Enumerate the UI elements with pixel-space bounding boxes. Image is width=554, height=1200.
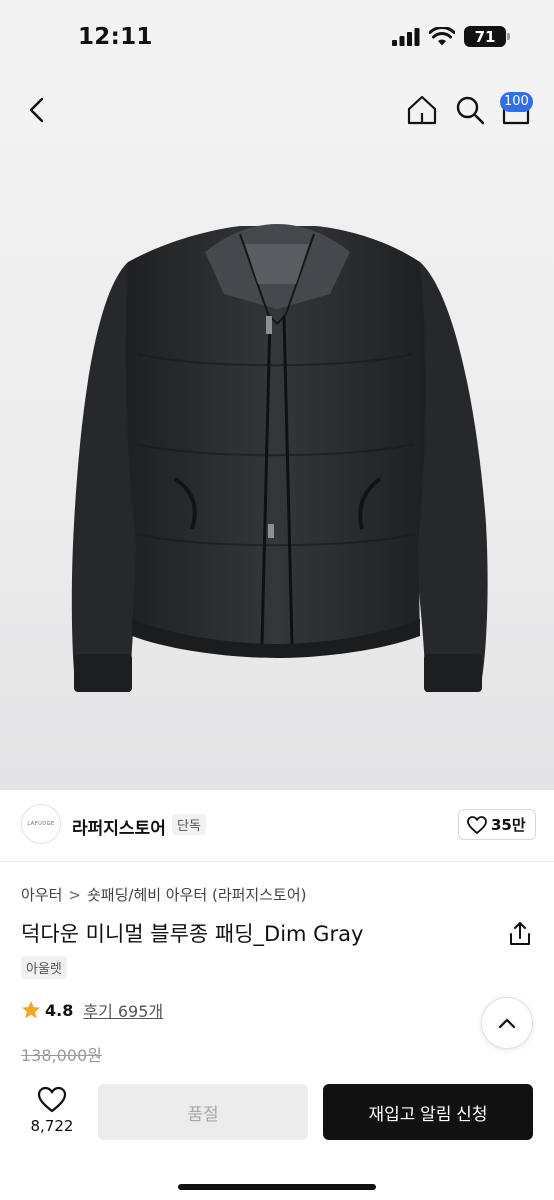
brand-row: LAFUDGE 라퍼지스토어 단독 35만 xyxy=(0,790,554,862)
breadcrumb: 아우터 > 숏패딩/헤비 아우터 (라퍼지스토어) xyxy=(21,884,306,905)
brand-like-button[interactable]: 35만 xyxy=(458,809,536,840)
cart-badge: 100 xyxy=(500,92,533,112)
brand-logo[interactable]: LAFUDGE xyxy=(21,804,61,844)
product-title: 덕다운 미니멀 블루종 패딩_Dim Gray xyxy=(21,922,364,946)
back-icon[interactable] xyxy=(22,94,54,126)
bottom-action-bar: 8,722 품절 재입고 알림 신청 xyxy=(0,1070,554,1200)
rating-row: 4.8 후기 695개 xyxy=(21,998,163,1022)
product-image[interactable] xyxy=(0,144,554,790)
brand-exclusive-tag: 단독 xyxy=(172,814,206,835)
star-icon xyxy=(22,1001,40,1019)
breadcrumb-item[interactable]: 숏패딩/헤비 아우터 (라퍼지스토어) xyxy=(87,884,307,905)
restock-alert-button[interactable]: 재입고 알림 신청 xyxy=(323,1084,533,1140)
wishlist-button[interactable]: 8,722 xyxy=(18,1086,86,1156)
chevron-right-icon: > xyxy=(68,885,81,904)
home-icon[interactable] xyxy=(406,94,438,126)
nav-bar: 100 xyxy=(0,76,554,144)
breadcrumb-item[interactable]: 아우터 xyxy=(21,884,62,905)
scroll-top-button[interactable] xyxy=(481,997,533,1049)
original-price: 138,000원 xyxy=(21,1046,102,1065)
chevron-up-icon xyxy=(498,1018,516,1029)
status-time: 12:11 xyxy=(78,24,153,50)
home-indicator xyxy=(178,1184,376,1190)
signal-icon xyxy=(392,27,420,46)
brand-like-count: 35만 xyxy=(491,816,526,834)
search-icon[interactable] xyxy=(454,94,486,126)
battery-level: 71 xyxy=(474,27,496,46)
battery-icon: 71 xyxy=(464,26,510,47)
status-icons: 71 xyxy=(392,26,510,47)
outlet-tag: 아울렛 xyxy=(21,956,67,979)
heart-icon xyxy=(467,815,487,834)
rating-score: 4.8 xyxy=(45,1000,74,1020)
brand-name[interactable]: 라퍼지스토어 xyxy=(72,814,166,839)
review-count-link[interactable]: 후기 695개 xyxy=(83,998,163,1022)
share-icon[interactable] xyxy=(506,920,534,948)
soldout-button: 품절 xyxy=(98,1084,308,1140)
heart-icon xyxy=(37,1086,67,1113)
jacket-image xyxy=(71,224,488,692)
wifi-icon xyxy=(429,27,455,46)
status-bar: 12:11 71 xyxy=(0,0,554,76)
brand-logo-text: LAFUDGE xyxy=(27,821,55,827)
wishlist-count: 8,722 xyxy=(30,1117,74,1135)
